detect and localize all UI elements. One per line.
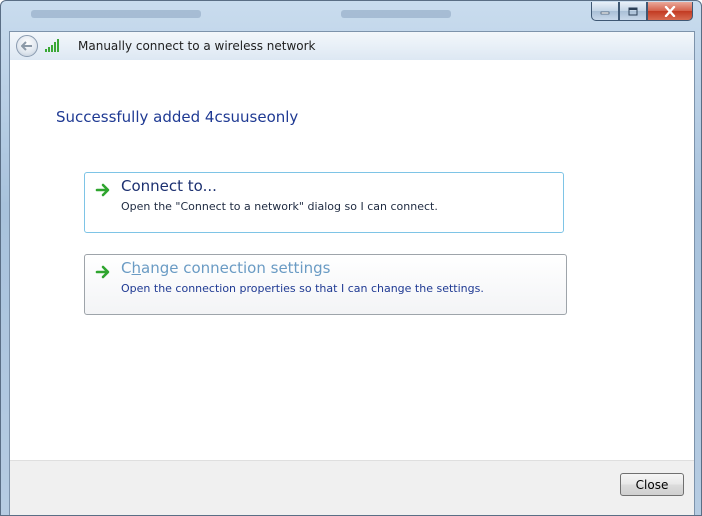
wireless-signal-icon	[45, 38, 63, 52]
window-close-button[interactable]	[647, 2, 693, 21]
wizard-title: Manually connect to a wireless network	[78, 39, 316, 53]
content-panel: Successfully added 4csuuseonly Connect t…	[10, 60, 694, 460]
back-button[interactable]	[16, 35, 38, 57]
connect-to-description: Open the "Connect to a network" dialog s…	[121, 200, 438, 213]
maximize-button[interactable]	[619, 2, 647, 21]
dialog-window: Manually connect to a wireless network S…	[0, 0, 702, 516]
background-window-blur	[341, 10, 451, 18]
connect-to-link[interactable]: Connect to... Open the "Connect to a net…	[84, 172, 564, 233]
change-settings-description: Open the connection properties so that I…	[121, 282, 484, 295]
background-window-blur	[31, 10, 201, 18]
window-controls	[591, 2, 693, 21]
green-arrow-icon	[95, 265, 110, 279]
minimize-icon	[600, 11, 610, 15]
client-area: Manually connect to a wireless network S…	[9, 31, 695, 515]
title-bar[interactable]	[1, 1, 701, 31]
nav-bar: Manually connect to a wireless network	[10, 32, 694, 60]
green-arrow-icon	[95, 183, 110, 197]
change-settings-title: Change connection settings	[121, 259, 331, 277]
minimize-button[interactable]	[591, 2, 619, 21]
connect-to-title: Connect to...	[121, 177, 217, 195]
back-arrow-icon	[21, 41, 32, 51]
footer-bar: Close	[10, 460, 694, 515]
close-button[interactable]: Close	[620, 473, 684, 496]
close-icon	[664, 5, 676, 17]
change-connection-settings-link[interactable]: Change connection settings Open the conn…	[84, 254, 567, 315]
maximize-icon	[628, 7, 638, 15]
main-heading: Successfully added 4csuuseonly	[56, 108, 299, 126]
